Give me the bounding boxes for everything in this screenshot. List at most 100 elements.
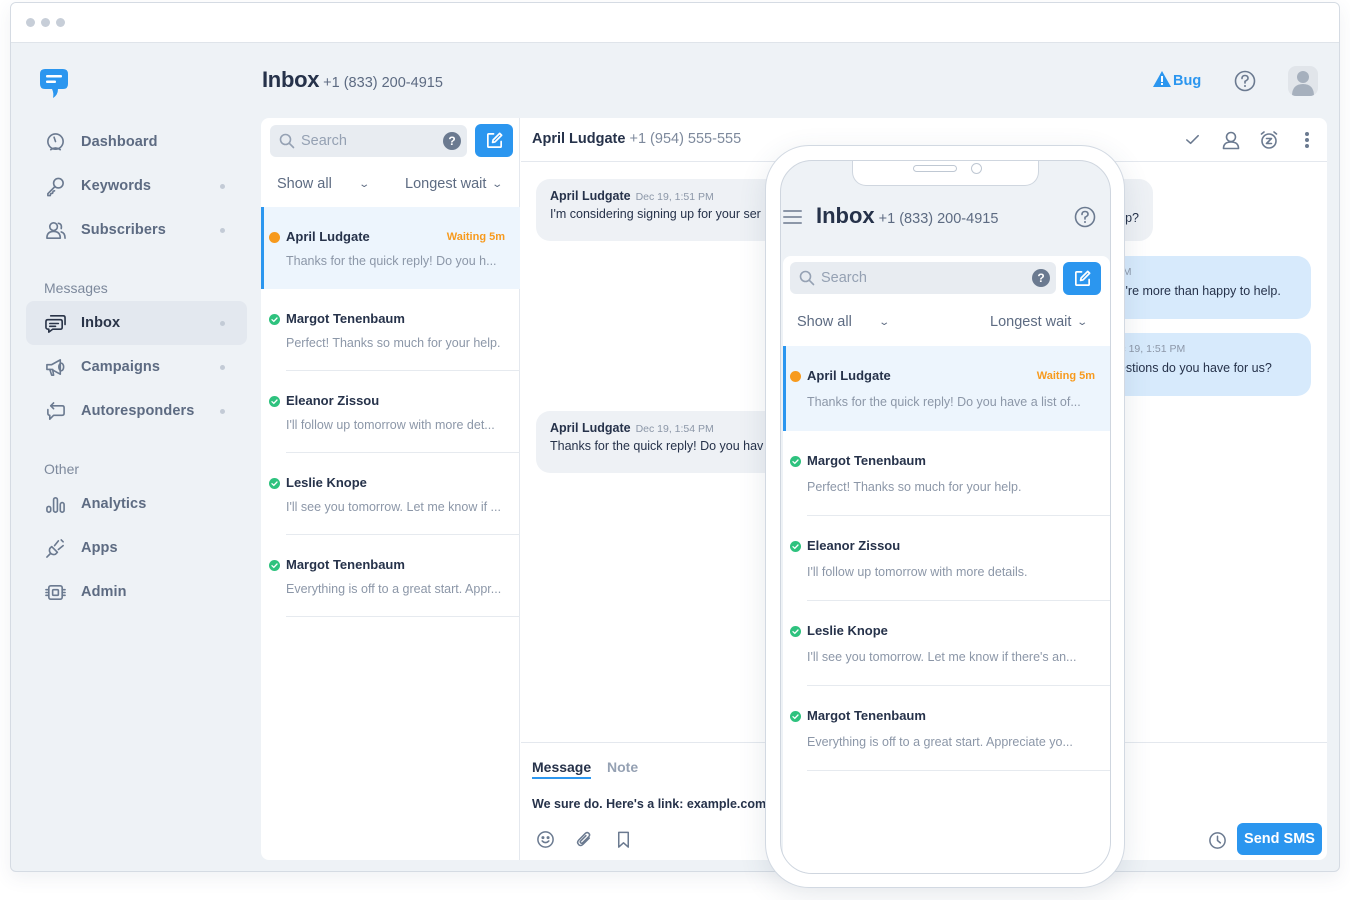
megaphone-icon <box>44 356 66 378</box>
conversation-item[interactable]: Margot Tenenbaum Perfect! Thanks so much… <box>783 431 1110 516</box>
sidebar-item-admin[interactable]: Admin <box>26 570 247 614</box>
sidebar-item-keywords[interactable]: Keywords <box>26 164 247 208</box>
message-snippet: Thanks for the quick reply! Do you h... <box>286 254 497 268</box>
more-vertical-icon[interactable] <box>1296 129 1317 150</box>
resolve-check-icon[interactable] <box>1182 129 1203 150</box>
schedule-clock-icon[interactable] <box>1207 830 1227 850</box>
help-icon[interactable] <box>1074 206 1096 228</box>
conversation-item[interactable]: April Ludgate Waiting 5m Thanks for the … <box>261 207 520 289</box>
plug-icon <box>44 537 66 559</box>
dashboard-icon <box>44 131 66 153</box>
mobile-search-input[interactable] <box>821 270 1011 286</box>
key-icon <box>44 175 66 197</box>
sidebar-item-analytics[interactable]: Analytics <box>26 482 247 526</box>
check-circle-icon <box>790 626 801 637</box>
message-snippet: Perfect! Thanks so much for your help. <box>286 336 501 350</box>
check-circle-icon <box>269 560 280 571</box>
chevron-down-icon: ⌄ <box>491 178 504 190</box>
show-all-dropdown[interactable]: Show all ⌄ <box>277 176 370 192</box>
status-dot <box>220 320 225 326</box>
search-icon <box>279 133 295 149</box>
message-text: questions do you have for us? <box>1105 361 1272 375</box>
search-input[interactable] <box>301 133 431 149</box>
app-logo-icon[interactable] <box>39 67 69 99</box>
sidebar-item-autoresponders[interactable]: Autoresponders <box>26 389 247 433</box>
check-circle-icon <box>790 456 801 467</box>
message-bubble-outgoing: 1 PM We're more than happy to help. <box>1101 256 1311 319</box>
emoji-icon[interactable] <box>535 829 555 849</box>
search-icon <box>799 270 815 286</box>
help-icon[interactable] <box>1234 70 1256 92</box>
bookmark-icon[interactable] <box>613 829 633 849</box>
warning-icon <box>1153 71 1171 91</box>
sidebar-item-inbox[interactable]: Inbox <box>26 301 247 345</box>
check-circle-icon <box>790 541 801 552</box>
contact-name: Leslie Knope <box>286 475 367 490</box>
sidebar-item-label: Apps <box>81 540 118 556</box>
chevron-down-icon: ⌄ <box>358 178 370 190</box>
message-snippet: Perfect! Thanks so much for your help. <box>807 480 1022 494</box>
sort-dropdown[interactable]: Longest wait ⌄ <box>405 176 504 192</box>
status-dot <box>220 408 225 414</box>
conversation-item[interactable]: Eleanor Zissou I'll follow up tomorrow w… <box>783 516 1110 601</box>
sidebar-section-other: Other <box>44 461 80 477</box>
message-snippet: I'll follow up tomorrow with more detail… <box>807 565 1028 579</box>
sidebar-item-apps[interactable]: Apps <box>26 526 247 570</box>
send-sms-button[interactable]: Send SMS <box>1237 823 1322 855</box>
mobile-filter-bar: Show all ⌄ Longest wait ⌄ <box>783 312 1110 334</box>
compose-button[interactable] <box>475 124 513 157</box>
message-time: Dec 19, 1:51 PM <box>635 191 714 203</box>
show-all-dropdown[interactable]: Show all ⌄ <box>797 314 890 330</box>
close-window-dot[interactable] <box>26 18 35 27</box>
conversation-list-panel: ? Show all ⌄ Longest wait ⌄ April Ludgat… <box>261 118 520 860</box>
mobile-search-field[interactable]: ? <box>790 262 1056 294</box>
message-input[interactable]: We sure do. Here's a link: example.com/p <box>532 797 777 811</box>
tab-message[interactable]: Message <box>532 759 592 779</box>
mobile-title-text: Inbox <box>816 203 875 228</box>
conversation-item[interactable]: Leslie Knope I'll see you tomorrow. Let … <box>783 601 1110 686</box>
waiting-status-dot <box>790 371 801 382</box>
attachment-icon[interactable] <box>574 829 594 849</box>
analytics-icon <box>44 493 66 515</box>
conversation-item[interactable]: Leslie Knope I'll see you tomorrow. Let … <box>261 453 520 535</box>
conversation-item[interactable]: April Ludgate Waiting 5m Thanks for the … <box>783 346 1110 431</box>
status-dot <box>220 183 225 189</box>
sidebar-item-campaigns[interactable]: Campaigns <box>26 345 247 389</box>
user-avatar[interactable] <box>1288 66 1318 96</box>
composer-tools <box>535 829 633 849</box>
message-snippet: I'll see you tomorrow. Let me know if th… <box>807 650 1077 664</box>
mobile-compose-button[interactable] <box>1063 262 1101 295</box>
conversation-item[interactable]: Margot Tenenbaum Everything is off to a … <box>783 686 1110 771</box>
search-help-icon[interactable]: ? <box>1032 269 1050 287</box>
check-circle-icon <box>790 711 801 722</box>
mobile-screen: Inbox +1 (833) 200-4915 ? Show all ⌄ <box>780 160 1111 874</box>
sidebar-item-dashboard[interactable]: Dashboard <box>26 120 247 164</box>
check-circle-icon <box>269 314 280 325</box>
message-bubble-outgoing: Dec 19, 1:51 PM questions do you have fo… <box>1101 333 1311 396</box>
conversation-item[interactable]: Margot Tenenbaum Perfect! Thanks so much… <box>261 289 520 371</box>
contact-name: April Ludgate <box>532 131 626 147</box>
tab-note[interactable]: Note <box>607 759 638 775</box>
search-field[interactable]: ? <box>270 125 467 157</box>
compose-icon <box>486 132 502 149</box>
message-snippet: Thanks for the quick reply! Do you have … <box>807 395 1081 409</box>
sidebar-item-label: Campaigns <box>81 359 161 375</box>
users-icon <box>44 219 66 241</box>
status-dot <box>220 227 225 233</box>
assign-user-icon[interactable] <box>1220 129 1241 150</box>
minimize-window-dot[interactable] <box>41 18 50 27</box>
filter-bar: Show all ⌄ Longest wait ⌄ <box>261 174 520 196</box>
conversation-item[interactable]: Margot Tenenbaum Everything is off to a … <box>261 535 520 617</box>
message-time: 1 PM <box>1107 266 1297 278</box>
phone-speaker <box>913 165 957 172</box>
conversation-item[interactable]: Eleanor Zissou I'll follow up tomorrow w… <box>261 371 520 453</box>
maximize-window-dot[interactable] <box>56 18 65 27</box>
bug-report-button[interactable]: Bug <box>1153 71 1201 91</box>
check-circle-icon <box>269 396 280 407</box>
hamburger-menu-icon[interactable] <box>783 210 802 228</box>
sort-dropdown[interactable]: Longest wait ⌄ <box>990 314 1088 330</box>
snooze-alarm-icon[interactable] <box>1258 129 1279 150</box>
sidebar-item-subscribers[interactable]: Subscribers <box>26 208 247 252</box>
search-help-icon[interactable]: ? <box>443 132 461 150</box>
compose-icon <box>1074 270 1090 287</box>
